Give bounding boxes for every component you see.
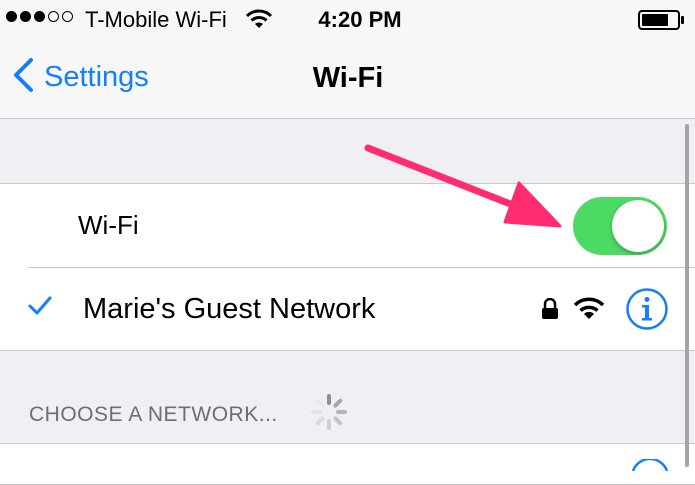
- chevron-left-icon: [12, 57, 34, 98]
- page-title: Wi-Fi: [312, 62, 384, 94]
- back-button[interactable]: Settings: [12, 54, 149, 100]
- signal-dot: [20, 11, 31, 22]
- toggle-knob: [612, 200, 664, 252]
- checkmark-icon: [28, 296, 52, 321]
- wifi-toggle-label: Wi-Fi: [78, 210, 139, 240]
- signal-dot: [62, 11, 73, 22]
- network-name: Marie's Guest Network: [83, 293, 376, 325]
- wifi-toggle-row: Wi-Fi: [0, 184, 695, 267]
- wifi-icon: [245, 8, 273, 35]
- status-time: 4:20 PM: [318, 7, 402, 32]
- loading-spinner-icon: [310, 393, 348, 436]
- status-bar: T-Mobile Wi-Fi 4:20 PM: [0, 0, 695, 40]
- lock-icon: [541, 297, 559, 325]
- signal-dot: [48, 11, 59, 22]
- info-icon: [630, 457, 670, 476]
- back-label: Settings: [44, 60, 149, 93]
- signal-strength-icon: [6, 11, 73, 22]
- signal-dot: [6, 11, 17, 22]
- available-networks-group: [0, 443, 695, 485]
- battery-icon: [638, 10, 686, 35]
- signal-dot: [34, 11, 45, 22]
- info-icon[interactable]: [625, 287, 669, 336]
- connected-network-row[interactable]: Marie's Guest Network: [28, 267, 695, 351]
- carrier-name: T-Mobile Wi-Fi: [85, 7, 227, 32]
- wifi-toggle-switch[interactable]: [573, 197, 667, 255]
- wifi-signal-icon: [573, 295, 605, 326]
- choose-network-header: CHOOSE A NETWORK...: [29, 403, 278, 426]
- wifi-settings-group: Wi-Fi Marie's Guest Network: [0, 183, 695, 351]
- navigation-bar: Settings Wi-Fi: [0, 40, 695, 119]
- scroll-indicator[interactable]: [685, 124, 689, 467]
